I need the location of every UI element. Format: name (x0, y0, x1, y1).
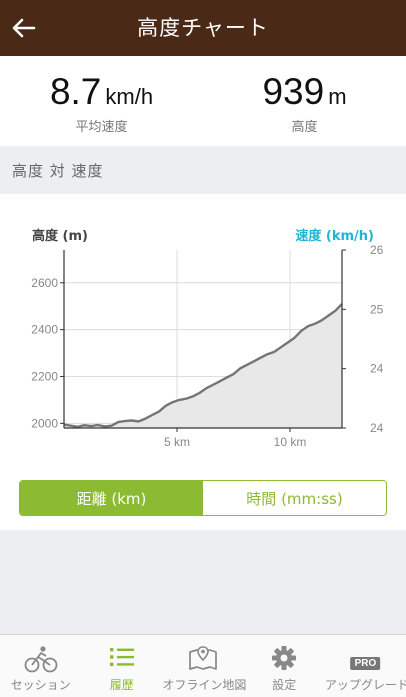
tab-history[interactable]: 履歴 (81, 635, 162, 697)
y-tick-label: 2200 (31, 369, 58, 383)
x-tick-label: 5 km (164, 435, 190, 449)
tab-session-label: セッション (10, 678, 71, 692)
altitude-value: 939 (262, 71, 325, 112)
altitude-label: 高度 (291, 120, 318, 135)
y-tick-label: 2400 (31, 323, 58, 337)
list-icon (109, 648, 134, 666)
section-title: 高度 対 速度 (12, 162, 104, 180)
tab-settings-label: 設定 (272, 678, 297, 692)
y2-tick-label: 26 (370, 243, 384, 257)
altitude-speed-chart: 2000 2200 2400 2600 24 24 25 26 5 km 10 km 高度 (m) 速… (31, 228, 384, 449)
x-tick-label: 10 km (274, 435, 307, 449)
tab-upgrade[interactable]: PRO アップグレード (325, 635, 406, 697)
average-speed-stat: 8.7 km/h 平均速度 (0, 70, 203, 135)
altitude-stat: 939 m 高度 (203, 70, 406, 135)
pro-icon: PRO (350, 651, 381, 670)
average-speed-value: 8.7 (49, 71, 102, 112)
stats-panel: 8.7 km/h 平均速度 939 m 高度 (0, 56, 406, 146)
y2-tick-label: 24 (370, 421, 384, 435)
altitude-unit: m (328, 84, 347, 109)
bike-icon (24, 646, 57, 673)
y2-tick-label: 25 (370, 302, 384, 316)
y-axis-title: 高度 (m) (32, 228, 88, 244)
chart-panel: 2000 2200 2400 2600 24 24 25 26 5 km 10 km 高度 (m) 速… (0, 194, 406, 530)
gear-icon (272, 646, 297, 670)
tab-upgrade-label: アップグレード (324, 678, 406, 692)
pro-badge: PRO (350, 657, 381, 670)
y-tick-label: 2000 (31, 416, 58, 430)
y2-axis-title: 速度 (km/h) (295, 228, 374, 244)
page-title: 高度チャート (137, 16, 269, 40)
tab-bar: セッション 履歴 オフライン地図 設定 PRO アップグレード (0, 634, 406, 697)
map-icon (189, 646, 217, 670)
altitude-area (64, 303, 342, 428)
toggle-distance-button[interactable]: 距離 (km) (20, 481, 203, 515)
tab-offline-map[interactable]: オフライン地図 (162, 635, 247, 697)
tab-session[interactable]: セッション (0, 635, 81, 697)
average-speed-label: 平均速度 (75, 120, 128, 135)
tab-settings[interactable]: 設定 (244, 635, 325, 697)
average-speed-unit: km/h (105, 84, 154, 109)
tab-history-label: 履歴 (109, 678, 134, 692)
axis-toggle: 距離 (km) 時間 (mm:ss) (19, 480, 387, 516)
y-tick-label: 2600 (31, 276, 58, 290)
app-header: 高度チャート (0, 0, 406, 56)
y2-tick-label: 24 (370, 362, 384, 376)
tab-offline-map-label: オフライン地図 (162, 678, 247, 692)
toggle-time-button[interactable]: 時間 (mm:ss) (203, 481, 386, 515)
